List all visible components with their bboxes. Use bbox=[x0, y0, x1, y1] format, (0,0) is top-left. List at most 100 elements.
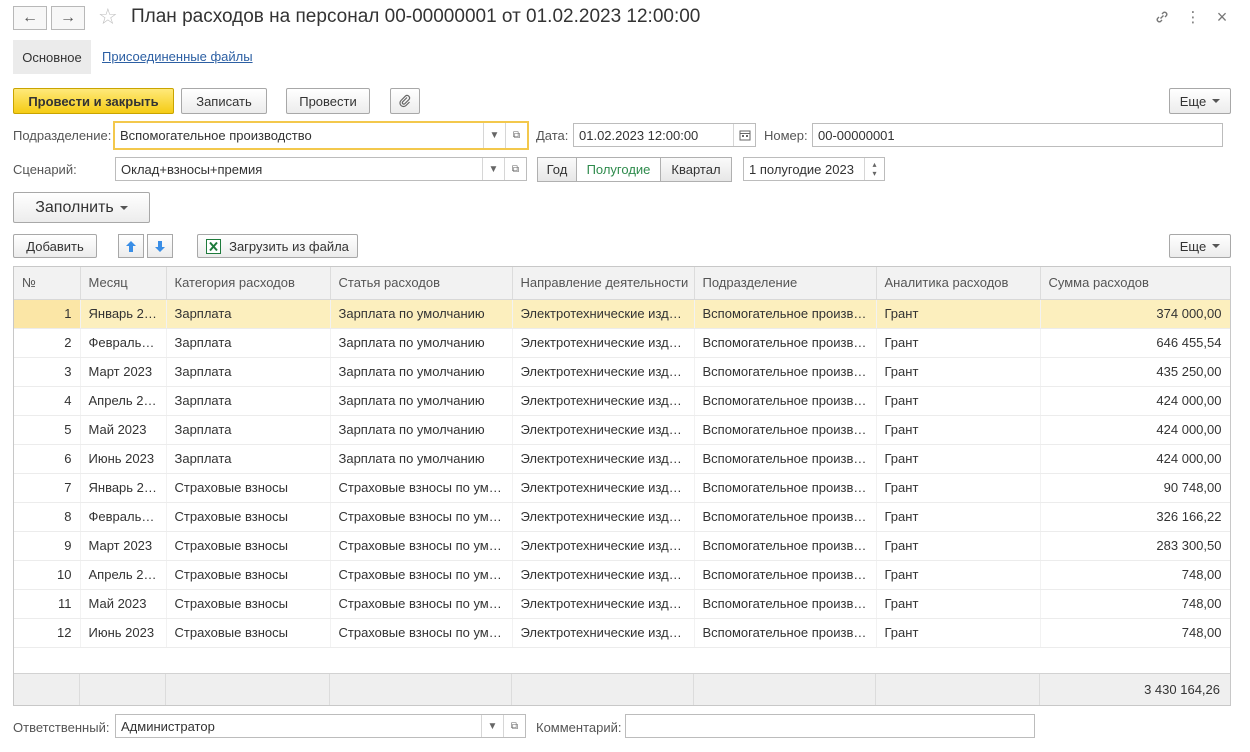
table-row[interactable]: 12 Июнь 2023 Страховые взносы Страховые взн… bbox=[14, 618, 1230, 648]
col-expense-item-cell[interactable]: Страховые взносы по ум… bbox=[330, 531, 513, 561]
col-department-cell[interactable]: Вспомогательное произв… bbox=[694, 589, 877, 619]
col-activity-cell[interactable]: Электротехнические изд… bbox=[512, 473, 695, 503]
add-row-button[interactable]: Добавить bbox=[13, 234, 97, 258]
table-row[interactable]: 3 Март 2023 Зарплата Зарплата по умолчанию Э… bbox=[14, 357, 1230, 387]
col-category-cell[interactable]: Зарплата bbox=[166, 415, 331, 445]
col-analytics-cell[interactable]: Грант bbox=[876, 357, 1041, 387]
scenario-field[interactable]: Оклад+взносы+премия ▼ ⧉ bbox=[115, 157, 527, 181]
col-analytics-cell[interactable]: Грант bbox=[876, 473, 1041, 503]
col-amount-cell[interactable]: 435 250,00 bbox=[1040, 357, 1230, 387]
col-expense-item-cell[interactable]: Зарплата по умолчанию bbox=[330, 328, 513, 358]
table-row[interactable]: 7 Январь 2… Страховые взносы Страховые взно… bbox=[14, 473, 1230, 503]
col-department-cell[interactable]: Вспомогательное произв… bbox=[694, 386, 877, 416]
more-menu-button[interactable]: Еще bbox=[1169, 88, 1231, 114]
col-category-cell[interactable]: Страховые взносы bbox=[166, 560, 331, 590]
col-analytics-cell[interactable]: Грант bbox=[876, 444, 1041, 474]
period-value-field[interactable]: 1 полугодие 2023 ▴ ▾ bbox=[743, 157, 885, 181]
col-category-cell[interactable]: Зарплата bbox=[166, 444, 331, 474]
col-amount-cell[interactable]: 424 000,00 bbox=[1040, 386, 1230, 416]
col-department-cell[interactable]: Вспомогательное произв… bbox=[694, 444, 877, 474]
col-analytics-cell[interactable]: Грант bbox=[876, 502, 1041, 532]
col-activity-cell[interactable]: Электротехнические изд… bbox=[512, 560, 695, 590]
period-stepper[interactable]: ▴ ▾ bbox=[864, 158, 884, 180]
col-activity-cell[interactable]: Электротехнические изд… bbox=[512, 502, 695, 532]
col-number-cell[interactable]: 8 bbox=[14, 502, 81, 532]
col-activity-cell[interactable]: Электротехнические изд… bbox=[512, 531, 695, 561]
table-more-button[interactable]: Еще bbox=[1169, 234, 1231, 258]
col-month-cell[interactable]: Апрель 2… bbox=[80, 386, 167, 416]
col-month-header[interactable]: Месяц bbox=[80, 267, 167, 300]
dropdown-arrow-icon[interactable]: ▼ bbox=[482, 158, 504, 180]
col-analytics-cell[interactable]: Грант bbox=[876, 415, 1041, 445]
col-expense-item-cell[interactable]: Зарплата по умолчанию bbox=[330, 444, 513, 474]
close-icon[interactable]: × bbox=[1212, 7, 1232, 27]
col-department-header[interactable]: Подразделение bbox=[694, 267, 877, 300]
col-amount-cell[interactable]: 283 300,50 bbox=[1040, 531, 1230, 561]
col-month-cell[interactable]: Май 2023 bbox=[80, 589, 167, 619]
col-analytics-cell[interactable]: Грант bbox=[876, 560, 1041, 590]
col-category-cell[interactable]: Страховые взносы bbox=[166, 618, 331, 648]
table-row[interactable]: 1 Январь 2… Зарплата Зарплата по умолчанию Э… bbox=[14, 299, 1230, 329]
col-expense-item-cell[interactable]: Страховые взносы по ум… bbox=[330, 618, 513, 648]
comment-field[interactable] bbox=[625, 714, 1035, 738]
col-amount-cell[interactable]: 90 748,00 bbox=[1040, 473, 1230, 503]
col-activity-cell[interactable]: Электротехнические изд… bbox=[512, 386, 695, 416]
col-category-cell[interactable]: Зарплата bbox=[166, 357, 331, 387]
col-number-cell[interactable]: 11 bbox=[14, 589, 81, 619]
col-category-cell[interactable]: Зарплата bbox=[166, 328, 331, 358]
period-year-button[interactable]: Год bbox=[537, 157, 577, 182]
col-category-cell[interactable]: Страховые взносы bbox=[166, 589, 331, 619]
col-number-cell[interactable]: 6 bbox=[14, 444, 81, 474]
col-activity-cell[interactable]: Электротехнические изд… bbox=[512, 618, 695, 648]
responsible-field[interactable]: Администратор ▼ ⧉ bbox=[115, 714, 526, 738]
col-month-cell[interactable]: Апрель 2… bbox=[80, 560, 167, 590]
col-amount-cell[interactable]: 748,00 bbox=[1040, 589, 1230, 619]
col-number-cell[interactable]: 10 bbox=[14, 560, 81, 590]
col-department-cell[interactable]: Вспомогательное произв… bbox=[694, 473, 877, 503]
col-department-cell[interactable]: Вспомогательное произв… bbox=[694, 328, 877, 358]
save-button[interactable]: Записать bbox=[181, 88, 267, 114]
col-analytics-cell[interactable]: Грант bbox=[876, 386, 1041, 416]
favorite-star-icon[interactable]: ☆ bbox=[98, 4, 118, 30]
col-department-cell[interactable]: Вспомогательное произв… bbox=[694, 299, 877, 329]
col-month-cell[interactable]: Июнь 2023 bbox=[80, 444, 167, 474]
open-icon[interactable]: ⧉ bbox=[503, 715, 525, 737]
col-month-cell[interactable]: Февраль… bbox=[80, 328, 167, 358]
col-activity-cell[interactable]: Электротехнические изд… bbox=[512, 589, 695, 619]
period-quarter-button[interactable]: Квартал bbox=[660, 157, 732, 182]
table-row[interactable]: 8 Февраль… Страховые взносы Страховые взнос… bbox=[14, 502, 1230, 532]
col-expense-item-cell[interactable]: Страховые взносы по ум… bbox=[330, 589, 513, 619]
col-analytics-cell[interactable]: Грант bbox=[876, 299, 1041, 329]
col-expense-item-cell[interactable]: Зарплата по умолчанию bbox=[330, 299, 513, 329]
col-department-cell[interactable]: Вспомогательное произв… bbox=[694, 560, 877, 590]
col-category-cell[interactable]: Страховые взносы bbox=[166, 531, 331, 561]
col-expense-item-cell[interactable]: Страховые взносы по ум… bbox=[330, 502, 513, 532]
col-amount-cell[interactable]: 374 000,00 bbox=[1040, 299, 1230, 329]
col-amount-cell[interactable]: 748,00 bbox=[1040, 560, 1230, 590]
table-row[interactable]: 10 Апрель 2… Страховые взносы Страховые взн… bbox=[14, 560, 1230, 590]
table-row[interactable]: 11 Май 2023 Страховые взносы Страховые взно… bbox=[14, 589, 1230, 619]
col-amount-cell[interactable]: 748,00 bbox=[1040, 618, 1230, 648]
post-and-close-button[interactable]: Провести и закрыть bbox=[13, 88, 174, 114]
col-expense-item-cell[interactable]: Зарплата по умолчанию bbox=[330, 357, 513, 387]
col-month-cell[interactable]: Май 2023 bbox=[80, 415, 167, 445]
col-activity-cell[interactable]: Электротехнические изд… bbox=[512, 299, 695, 329]
col-activity-header[interactable]: Направление деятельности bbox=[512, 267, 695, 300]
tab-main[interactable]: Основное bbox=[13, 40, 91, 74]
col-number-cell[interactable]: 9 bbox=[14, 531, 81, 561]
table-row[interactable]: 6 Июнь 2023 Зарплата Зарплата по умолчанию Э… bbox=[14, 444, 1230, 474]
col-amount-cell[interactable]: 424 000,00 bbox=[1040, 415, 1230, 445]
stepper-up-icon[interactable]: ▴ bbox=[872, 160, 876, 169]
col-department-cell[interactable]: Вспомогательное произв… bbox=[694, 357, 877, 387]
col-analytics-cell[interactable]: Грант bbox=[876, 531, 1041, 561]
col-expense-item-cell[interactable]: Страховые взносы по ум… bbox=[330, 560, 513, 590]
col-analytics-header[interactable]: Аналитика расходов bbox=[876, 267, 1041, 300]
link-icon[interactable] bbox=[1152, 7, 1172, 27]
col-department-cell[interactable]: Вспомогательное произв… bbox=[694, 502, 877, 532]
col-amount-cell[interactable]: 326 166,22 bbox=[1040, 502, 1230, 532]
attach-button[interactable] bbox=[390, 88, 420, 114]
col-amount-cell[interactable]: 646 455,54 bbox=[1040, 328, 1230, 358]
col-analytics-cell[interactable]: Грант bbox=[876, 328, 1041, 358]
calendar-icon[interactable] bbox=[733, 124, 755, 146]
table-row[interactable]: 2 Февраль… Зарплата Зарплата по умолчанию Эл… bbox=[14, 328, 1230, 358]
